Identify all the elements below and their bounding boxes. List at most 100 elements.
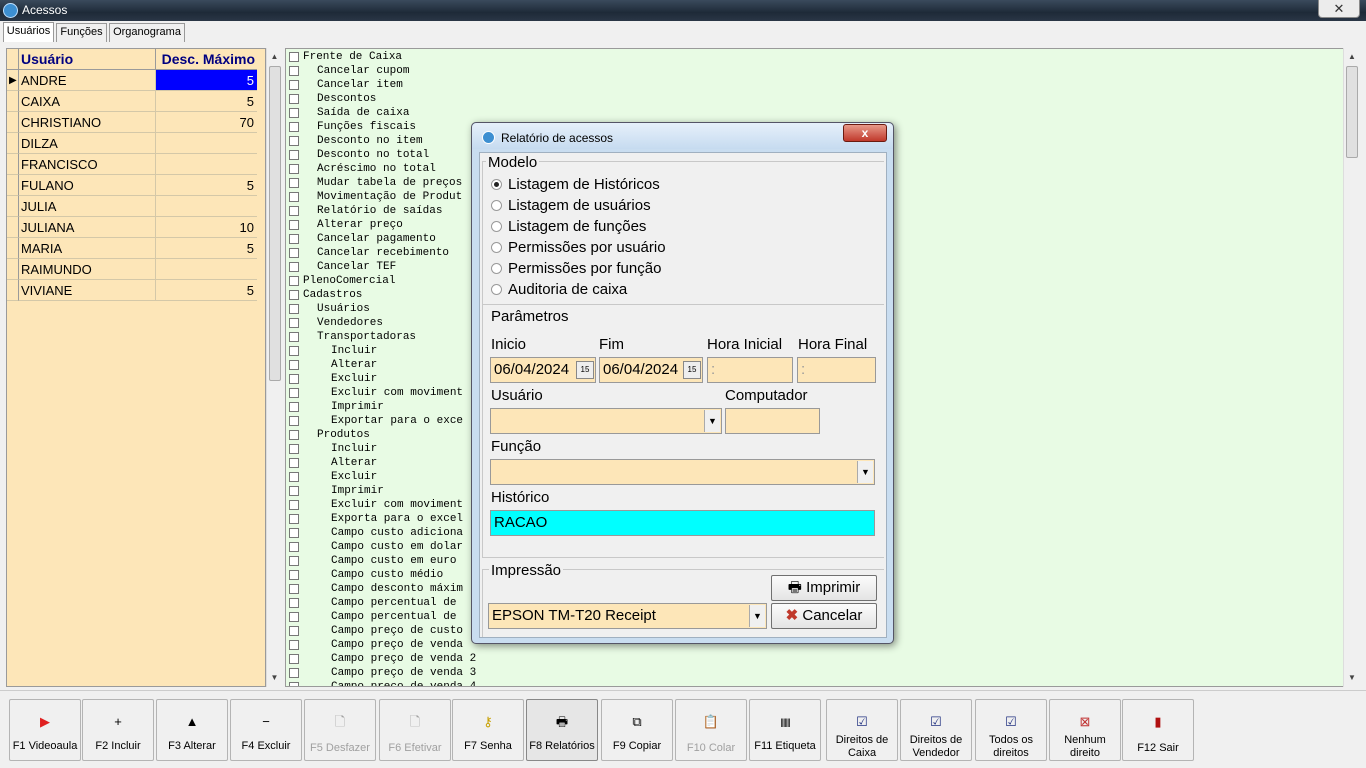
tree-item[interactable]: Desconto no item: [289, 134, 423, 148]
column-header-desc-maximo[interactable]: Desc. Máximo: [156, 49, 257, 70]
tree-checkbox[interactable]: [289, 80, 299, 90]
tree-checkbox[interactable]: [289, 430, 299, 440]
tree-checkbox[interactable]: [289, 220, 299, 230]
tree-item[interactable]: Movimentação de Produt: [289, 190, 462, 204]
tree-item[interactable]: Campo preço de venda 2: [289, 652, 476, 666]
tree-checkbox[interactable]: [289, 234, 299, 244]
tree-checkbox[interactable]: [289, 164, 299, 174]
printer-select[interactable]: EPSON TM-T20 Receipt ▼: [488, 603, 767, 629]
row-indicator[interactable]: [7, 112, 19, 133]
tree-item[interactable]: Descontos: [289, 92, 376, 106]
fim-date-field[interactable]: 06/04/2024 15: [599, 357, 703, 383]
grid-cell-usuario[interactable]: DILZA: [19, 133, 156, 154]
grid-cell-usuario[interactable]: ANDRE: [19, 70, 156, 91]
toolbar-button-f4-excluir[interactable]: − F4 Excluir: [230, 699, 302, 761]
tree-checkbox[interactable]: [289, 584, 299, 594]
users-grid[interactable]: Usuário Desc. Máximo ▶ ANDRE 5 CAIXA 5 CHRIST…: [6, 48, 266, 687]
grid-cell-desc-maximo[interactable]: [156, 259, 257, 280]
tree-item[interactable]: Excluir com moviment: [289, 386, 463, 400]
tree-item[interactable]: Transportadoras: [289, 330, 416, 344]
tree-checkbox[interactable]: [289, 542, 299, 552]
toolbar-button-f12-sair[interactable]: ▮ F12 Sair: [1122, 699, 1194, 761]
usuario-select[interactable]: ▼: [490, 408, 722, 434]
tree-item[interactable]: Funções fiscais: [289, 120, 416, 134]
tree-checkbox[interactable]: [289, 654, 299, 664]
tree-checkbox[interactable]: [289, 66, 299, 76]
scroll-thumb[interactable]: [1346, 66, 1358, 158]
tree-checkbox[interactable]: [289, 472, 299, 482]
row-indicator[interactable]: [7, 196, 19, 217]
tab-funcoes[interactable]: Funções: [56, 23, 107, 42]
calendar-icon[interactable]: 15: [576, 361, 594, 379]
tree-item[interactable]: Cancelar pagamento: [289, 232, 436, 246]
row-indicator[interactable]: [7, 280, 19, 301]
tree-checkbox[interactable]: [289, 500, 299, 510]
computador-field[interactable]: [725, 408, 820, 434]
toolbar-button-todos-os-direitos[interactable]: ☑ Todos os direitos: [975, 699, 1047, 761]
historico-field[interactable]: RACAO: [490, 510, 875, 536]
grid-cell-desc-maximo[interactable]: 5: [156, 280, 257, 301]
tree-checkbox[interactable]: [289, 388, 299, 398]
grid-cell-usuario[interactable]: CHRISTIANO: [19, 112, 156, 133]
scroll-thumb[interactable]: [269, 66, 281, 381]
inicio-date-field[interactable]: 06/04/2024 15: [490, 357, 596, 383]
tree-checkbox[interactable]: [289, 206, 299, 216]
tree-item[interactable]: Incluir: [289, 344, 377, 358]
tree-item[interactable]: Relatório de saídas: [289, 204, 442, 218]
row-indicator[interactable]: [7, 259, 19, 280]
grid-cell-usuario[interactable]: FULANO: [19, 175, 156, 196]
radio-button[interactable]: [491, 263, 502, 274]
grid-cell-usuario[interactable]: VIVIANE: [19, 280, 156, 301]
column-header-usuario[interactable]: Usuário: [19, 49, 156, 70]
toolbar-button-direitos-de-vendedor[interactable]: ☑ Direitos de Vendedor: [900, 699, 972, 761]
tree-item[interactable]: Cancelar cupom: [289, 64, 409, 78]
window-close-button[interactable]: ✕: [1318, 0, 1360, 18]
modelo-option[interactable]: Listagem de funções: [491, 218, 646, 235]
toolbar-button-nenhum-direito[interactable]: ⊠ Nenhum direito: [1049, 699, 1121, 761]
tree-item[interactable]: Campo desconto máxim: [289, 582, 463, 596]
row-indicator[interactable]: [7, 154, 19, 175]
tab-organograma[interactable]: Organograma: [109, 23, 185, 42]
tree-item[interactable]: Exporta para o excel: [289, 512, 463, 526]
tree-item[interactable]: Imprimir: [289, 400, 384, 414]
tree-checkbox[interactable]: [289, 248, 299, 258]
radio-button[interactable]: [491, 284, 502, 295]
toolbar-button-f9-copiar[interactable]: ⧉ F9 Copiar: [601, 699, 673, 761]
grid-cell-usuario[interactable]: MARIA: [19, 238, 156, 259]
tree-item[interactable]: PlenoComercial: [289, 274, 395, 288]
tree-checkbox[interactable]: [289, 556, 299, 566]
tree-checkbox[interactable]: [289, 150, 299, 160]
tree-item[interactable]: Acréscimo no total: [289, 162, 436, 176]
scroll-down-icon[interactable]: ▼: [1344, 673, 1360, 682]
tree-item[interactable]: Campo preço de venda 4: [289, 680, 476, 686]
functions-tree-scrollbar[interactable]: ▲ ▼: [1343, 48, 1360, 687]
cancelar-button[interactable]: ✖ Cancelar: [771, 603, 877, 629]
tree-item[interactable]: Mudar tabela de preços: [289, 176, 462, 190]
tree-item[interactable]: Campo custo médio: [289, 568, 443, 582]
toolbar-button-f11-etiqueta[interactable]: ||||||| F11 Etiqueta: [749, 699, 821, 761]
scroll-up-icon[interactable]: ▲: [267, 52, 282, 61]
grid-cell-desc-maximo[interactable]: [156, 154, 257, 175]
tree-item[interactable]: Incluir: [289, 442, 377, 456]
imprimir-button[interactable]: 🖶 Imprimir: [771, 575, 877, 601]
modelo-option[interactable]: Listagem de usuários: [491, 197, 651, 214]
grid-cell-desc-maximo[interactable]: [156, 133, 257, 154]
tree-checkbox[interactable]: [289, 458, 299, 468]
grid-cell-usuario[interactable]: FRANCISCO: [19, 154, 156, 175]
tree-checkbox[interactable]: [289, 262, 299, 272]
toolbar-button-f2-incluir[interactable]: + F2 Incluir: [82, 699, 154, 761]
tree-item[interactable]: Excluir: [289, 470, 377, 484]
toolbar-button-f8-relat-rios[interactable]: 🖶 F8 Relatórios: [526, 699, 598, 761]
grid-cell-desc-maximo[interactable]: 10: [156, 217, 257, 238]
tree-item[interactable]: Excluir com moviment: [289, 498, 463, 512]
tree-checkbox[interactable]: [289, 94, 299, 104]
tab-usuarios[interactable]: Usuários: [3, 22, 54, 42]
tree-item[interactable]: Cancelar TEF: [289, 260, 396, 274]
tree-checkbox[interactable]: [289, 514, 299, 524]
toolbar-button-f6-efetivar[interactable]: 🗋 F6 Efetivar: [379, 699, 451, 761]
modelo-option[interactable]: Listagem de Históricos: [491, 176, 660, 193]
grid-cell-desc-maximo[interactable]: 5: [156, 175, 257, 196]
calendar-icon[interactable]: 15: [683, 361, 701, 379]
tree-item[interactable]: Campo preço de venda: [289, 638, 463, 652]
tree-checkbox[interactable]: [289, 374, 299, 384]
